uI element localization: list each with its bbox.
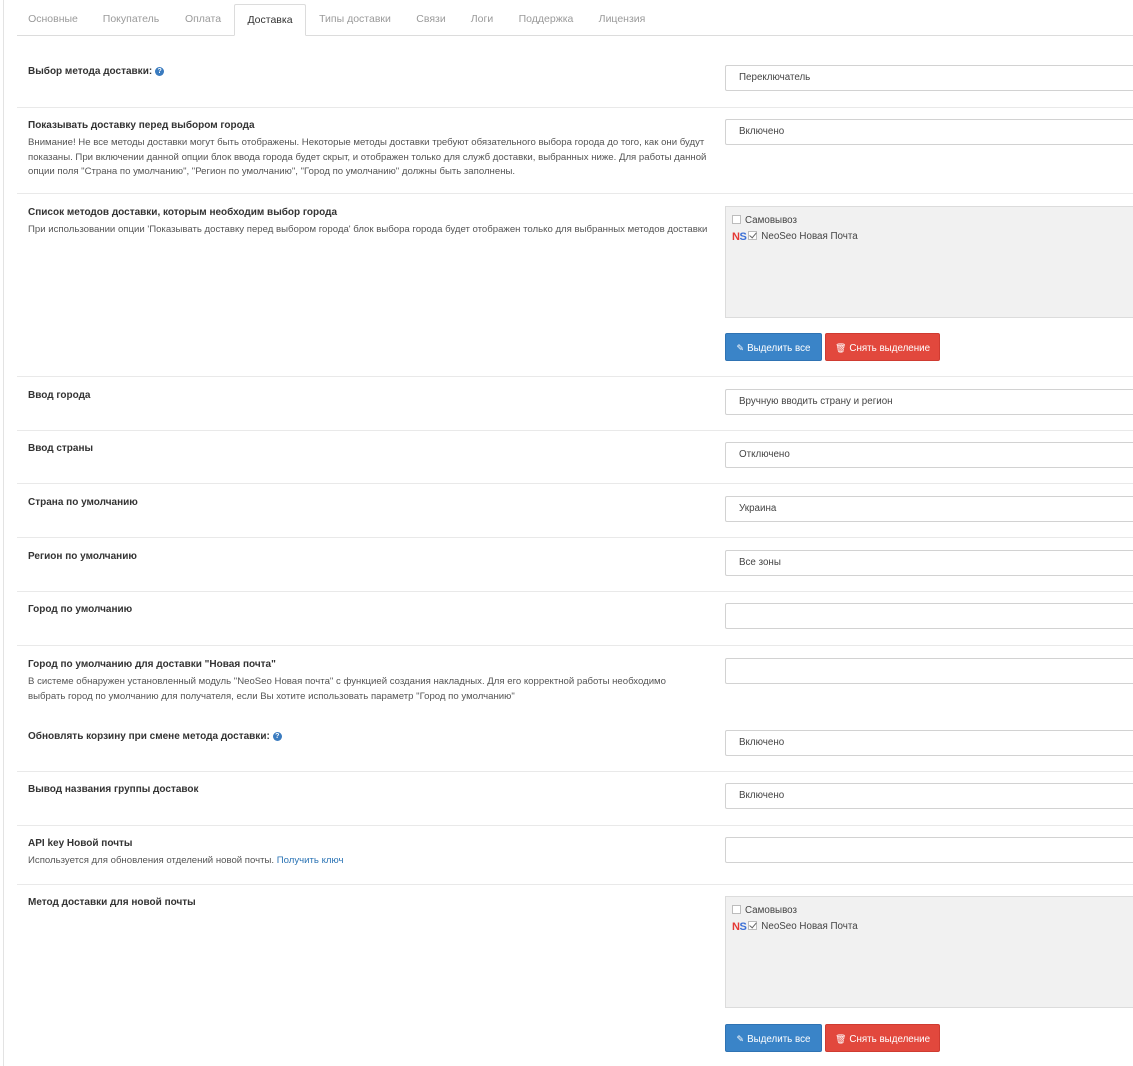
get-key-link[interactable]: Получить ключ — [277, 855, 344, 866]
group-names-select[interactable]: Включено — [725, 783, 1133, 809]
method-select-dropdown[interactable]: Переключатель — [725, 65, 1133, 91]
divider — [17, 771, 1133, 772]
list-item[interactable]: Самовывоз — [732, 905, 797, 916]
divider — [17, 537, 1133, 538]
show-before-city-select[interactable]: Включено — [725, 119, 1133, 145]
api-key-input[interactable] — [725, 837, 1133, 863]
np-default-city-help: В системе обнаружен установленный модуль… — [28, 676, 666, 702]
method-select-label: Выбор метода доставки:? — [28, 66, 165, 77]
default-city-label: Город по умолчанию — [28, 604, 133, 615]
pencil-icon: ✎ — [736, 1034, 745, 1044]
city-input-select[interactable]: Вручную вводить страну и регион — [725, 389, 1133, 415]
default-region-select[interactable]: Все зоны — [725, 550, 1133, 576]
city-methods-list: Самовывоз NS NeoSeo Новая Почта — [725, 206, 1133, 318]
tab-main[interactable]: Основные — [17, 4, 89, 35]
divider — [17, 645, 1133, 646]
city-input-label: Ввод города — [28, 390, 91, 401]
divider — [17, 107, 1133, 108]
refresh-cart-label: Обновлять корзину при смене метода доста… — [28, 731, 282, 742]
pencil-icon: ✎ — [736, 343, 745, 353]
tab-buyer[interactable]: Покупатель — [93, 4, 169, 35]
checkbox[interactable] — [748, 231, 758, 240]
neoseo-logo-icon: NS — [732, 231, 747, 243]
list-item[interactable]: NS NeoSeo Новая Почта — [732, 921, 858, 933]
city-methods-label: Список методов доставки, которым необход… — [28, 207, 338, 218]
api-key-label: API key Новой почты — [28, 838, 133, 849]
select-all-button[interactable]: ✎ Выделить все — [725, 1024, 822, 1052]
refresh-cart-select[interactable]: Включено — [725, 730, 1133, 756]
list-item[interactable]: NS NeoSeo Новая Почта — [732, 231, 858, 243]
checkbox[interactable] — [748, 921, 758, 930]
left-border — [3, 0, 4, 1066]
np-method-list: Самовывоз NS NeoSeo Новая Почта — [725, 896, 1133, 1008]
country-input-select[interactable]: Отключено — [725, 442, 1133, 468]
select-all-button[interactable]: ✎ Выделить все — [725, 333, 822, 361]
checkbox[interactable] — [732, 905, 741, 914]
tab-support[interactable]: Поддержка — [512, 4, 580, 35]
np-default-city-label: Город по умолчанию для доставки "Новая п… — [28, 659, 276, 670]
default-city-input[interactable] — [725, 603, 1133, 629]
divider — [17, 483, 1133, 484]
country-input-label: Ввод страны — [28, 443, 94, 454]
tab-delivery[interactable]: Доставка — [234, 4, 306, 36]
default-region-label: Регион по умолчанию — [28, 551, 137, 562]
tab-bar: Основные Покупатель Оплата Доставка Типы… — [17, 4, 1133, 36]
neoseo-logo-icon: NS — [732, 921, 747, 933]
tab-delivery-types[interactable]: Типы доставки — [311, 4, 399, 35]
question-icon[interactable]: ? — [272, 732, 282, 741]
np-method-label: Метод доставки для новой почты — [28, 897, 196, 908]
divider — [17, 193, 1133, 194]
divider — [17, 884, 1133, 885]
divider — [17, 376, 1133, 377]
show-before-city-label: Показывать доставку перед выбором города — [28, 120, 255, 131]
checkbox[interactable] — [732, 215, 741, 224]
city-methods-help: При использовании опции 'Показывать дост… — [28, 224, 708, 235]
tab-logs[interactable]: Логи — [463, 4, 501, 35]
divider — [17, 591, 1133, 592]
default-country-label: Страна по умолчанию — [28, 497, 138, 508]
default-country-select[interactable]: Украина — [725, 496, 1133, 522]
tab-license[interactable]: Лицензия — [590, 4, 654, 35]
list-item[interactable]: Самовывоз — [732, 215, 797, 226]
show-before-city-help: Внимание! Не все методы доставки могут б… — [28, 137, 707, 177]
tab-payment[interactable]: Оплата — [175, 4, 231, 35]
deselect-button[interactable]: 🗑 Снять выделение — [825, 333, 940, 361]
np-default-city-input[interactable] — [725, 658, 1133, 684]
divider — [17, 430, 1133, 431]
trash-icon: 🗑 — [834, 1034, 847, 1044]
divider — [17, 825, 1133, 826]
group-names-label: Вывод названия группы доставок — [28, 784, 199, 795]
tab-links[interactable]: Связи — [408, 4, 454, 35]
deselect-button[interactable]: 🗑 Снять выделение — [825, 1024, 940, 1052]
api-key-help: Используется для обновления отделений но… — [28, 855, 344, 866]
question-icon[interactable]: ? — [155, 67, 165, 76]
trash-icon: 🗑 — [834, 343, 847, 353]
